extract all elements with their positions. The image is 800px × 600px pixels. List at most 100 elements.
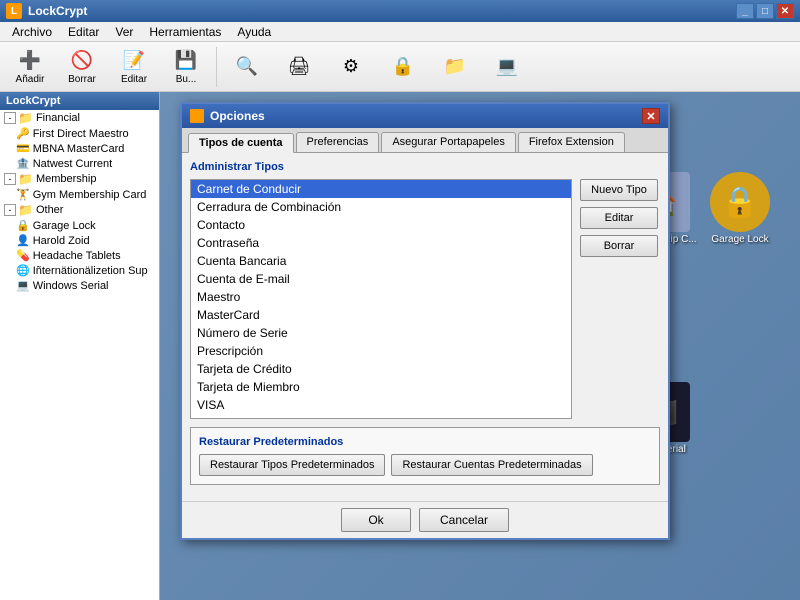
expand-financial[interactable]: -: [4, 112, 16, 124]
editar-button[interactable]: Editar: [580, 207, 658, 229]
backup-label: Bu...: [176, 74, 197, 85]
main-area: LockCrypt - 📁 Financial 🔑 First Direct M…: [0, 92, 800, 600]
settings-icon: ⚙: [339, 55, 363, 79]
list-item-8[interactable]: Número de Serie: [191, 324, 571, 342]
dialog-close-button[interactable]: ✕: [642, 108, 660, 124]
lock-icon: 🔒: [391, 55, 415, 79]
search-button[interactable]: 🔍: [223, 45, 271, 89]
item-icon-garage: 🔒: [16, 219, 30, 232]
sidebar-item-mbna[interactable]: 💳 MBNA MasterCard: [0, 141, 159, 156]
minimize-button[interactable]: _: [736, 3, 754, 19]
garage-label: Garage Lock: [33, 220, 96, 232]
expand-membership[interactable]: -: [4, 173, 16, 185]
sidebar-item-natwest[interactable]: 🏦 Natwest Current: [0, 156, 159, 171]
print-icon: 🖨: [287, 55, 311, 79]
folder-button[interactable]: 📁: [431, 45, 479, 89]
ok-button[interactable]: Ok: [341, 508, 411, 532]
folder-icon: 📁: [443, 55, 467, 79]
item-icon-international: 🌐: [16, 264, 30, 277]
list-item-10[interactable]: Tarjeta de Crédito: [191, 360, 571, 378]
list-item-6[interactable]: Maestro: [191, 288, 571, 306]
delete-button[interactable]: 🚫 Borrar: [58, 45, 106, 89]
restore-cuentas-button[interactable]: Restaurar Cuentas Predeterminadas: [391, 454, 592, 476]
desktop-icon-garage[interactable]: 🔒 Garage Lock: [700, 172, 780, 245]
add-button[interactable]: ➕ Añadir: [6, 45, 54, 89]
content-area: 🏠 Membership C... 🔒 Garage Lock 🏴‍☠️ dow…: [160, 92, 800, 600]
list-item-5[interactable]: Cuenta de E-mail: [191, 270, 571, 288]
sidebar-item-gym[interactable]: 🏋 Gym Membership Card: [0, 187, 159, 202]
sidebar-item-international[interactable]: 🌐 Iñternätionälizetion Sup: [0, 263, 159, 278]
item-icon-windows: 💻: [16, 279, 30, 292]
menubar: Archivo Editar Ver Herramientas Ayuda: [0, 22, 800, 42]
section-header: Administrar Tipos: [190, 161, 660, 173]
cancel-button[interactable]: Cancelar: [419, 508, 509, 532]
folder-financial-icon: 📁: [18, 111, 33, 125]
list-item-13[interactable]: Vacío: [191, 414, 571, 419]
expand-other[interactable]: -: [4, 204, 16, 216]
item-icon-headache: 💊: [16, 249, 30, 262]
options-dialog: Opciones ✕ Tipos de cuenta Preferencias …: [180, 102, 670, 540]
sidebar-item-headache[interactable]: 💊 Headache Tablets: [0, 248, 159, 263]
list-item-11[interactable]: Tarjeta de Miembro: [191, 378, 571, 396]
tab-asegurar[interactable]: Asegurar Portapapeles: [381, 132, 516, 152]
close-button[interactable]: ✕: [776, 3, 794, 19]
print-button[interactable]: 🖨: [275, 45, 323, 89]
edit-button[interactable]: 📝 Editar: [110, 45, 158, 89]
sidebar-item-harold[interactable]: 👤 Harold Zoid: [0, 233, 159, 248]
dialog-body: Administrar Tipos Carnet de Conducir Cer…: [182, 153, 668, 501]
sidebar-item-membership[interactable]: - 📁 Membership: [0, 171, 159, 187]
harold-label: Harold Zoid: [33, 235, 90, 247]
computer-icon: 💻: [495, 55, 519, 79]
tab-firefox[interactable]: Firefox Extension: [518, 132, 625, 152]
sidebar-item-financial[interactable]: - 📁 Financial: [0, 110, 159, 126]
menu-ayuda[interactable]: Ayuda: [229, 23, 279, 41]
search-icon: 🔍: [235, 55, 259, 79]
dialog-footer: Ok Cancelar: [182, 501, 668, 538]
app-titlebar: L LockCrypt _ □ ✕: [0, 0, 800, 22]
backup-button[interactable]: 💾 Bu...: [162, 45, 210, 89]
sidebar-item-other[interactable]: - 📁 Other: [0, 202, 159, 218]
international-label: Iñternätionälizetion Sup: [33, 265, 148, 277]
tab-tipos-cuenta[interactable]: Tipos de cuenta: [188, 133, 294, 153]
maximize-button[interactable]: □: [756, 3, 774, 19]
delete-label: Borrar: [68, 74, 96, 85]
mbna-label: MBNA MasterCard: [33, 143, 125, 155]
computer-button[interactable]: 💻: [483, 45, 531, 89]
item-icon-natwest: 🏦: [16, 157, 30, 170]
restore-tipos-button[interactable]: Restaurar Tipos Predeterminados: [199, 454, 385, 476]
borrar-button[interactable]: Borrar: [580, 235, 658, 257]
app-icon: L: [6, 3, 22, 19]
tab-preferencias[interactable]: Preferencias: [296, 132, 380, 152]
item-icon-harold: 👤: [16, 234, 30, 247]
desktop-icon-garage-label: Garage Lock: [711, 234, 768, 245]
sidebar-item-first-direct[interactable]: 🔑 First Direct Maestro: [0, 126, 159, 141]
sidebar-item-windows[interactable]: 💻 Windows Serial: [0, 278, 159, 293]
sidebar-header: LockCrypt: [0, 92, 159, 110]
sidebar-item-garage[interactable]: 🔒 Garage Lock: [0, 218, 159, 233]
list-item-12[interactable]: VISA: [191, 396, 571, 414]
sidebar: LockCrypt - 📁 Financial 🔑 First Direct M…: [0, 92, 160, 600]
lock-button[interactable]: 🔒: [379, 45, 427, 89]
menu-editar[interactable]: Editar: [60, 23, 107, 41]
list-item-2[interactable]: Contacto: [191, 216, 571, 234]
list-item-7[interactable]: MasterCard: [191, 306, 571, 324]
folder-other-icon: 📁: [18, 203, 33, 217]
restore-buttons: Restaurar Tipos Predeterminados Restaura…: [199, 454, 651, 476]
list-item-3[interactable]: Contraseña: [191, 234, 571, 252]
list-item-4[interactable]: Cuenta Bancaria: [191, 252, 571, 270]
action-buttons: Nuevo Tipo Editar Borrar: [580, 179, 660, 419]
menu-ver[interactable]: Ver: [107, 23, 141, 41]
menu-archivo[interactable]: Archivo: [4, 23, 60, 41]
type-list[interactable]: Carnet de Conducir Cerradura de Combinac…: [190, 179, 572, 419]
list-item-9[interactable]: Prescripción: [191, 342, 571, 360]
menu-herramientas[interactable]: Herramientas: [141, 23, 229, 41]
dialog-icon: [190, 109, 204, 123]
list-item-0[interactable]: Carnet de Conducir: [191, 180, 571, 198]
folder-membership-icon: 📁: [18, 172, 33, 186]
list-item-1[interactable]: Cerradura de Combinación: [191, 198, 571, 216]
settings-button[interactable]: ⚙: [327, 45, 375, 89]
restore-section-title: Restaurar Predeterminados: [199, 436, 651, 448]
add-icon: ➕: [18, 48, 42, 72]
membership-label: Membership: [36, 173, 97, 185]
nuevo-tipo-button[interactable]: Nuevo Tipo: [580, 179, 658, 201]
